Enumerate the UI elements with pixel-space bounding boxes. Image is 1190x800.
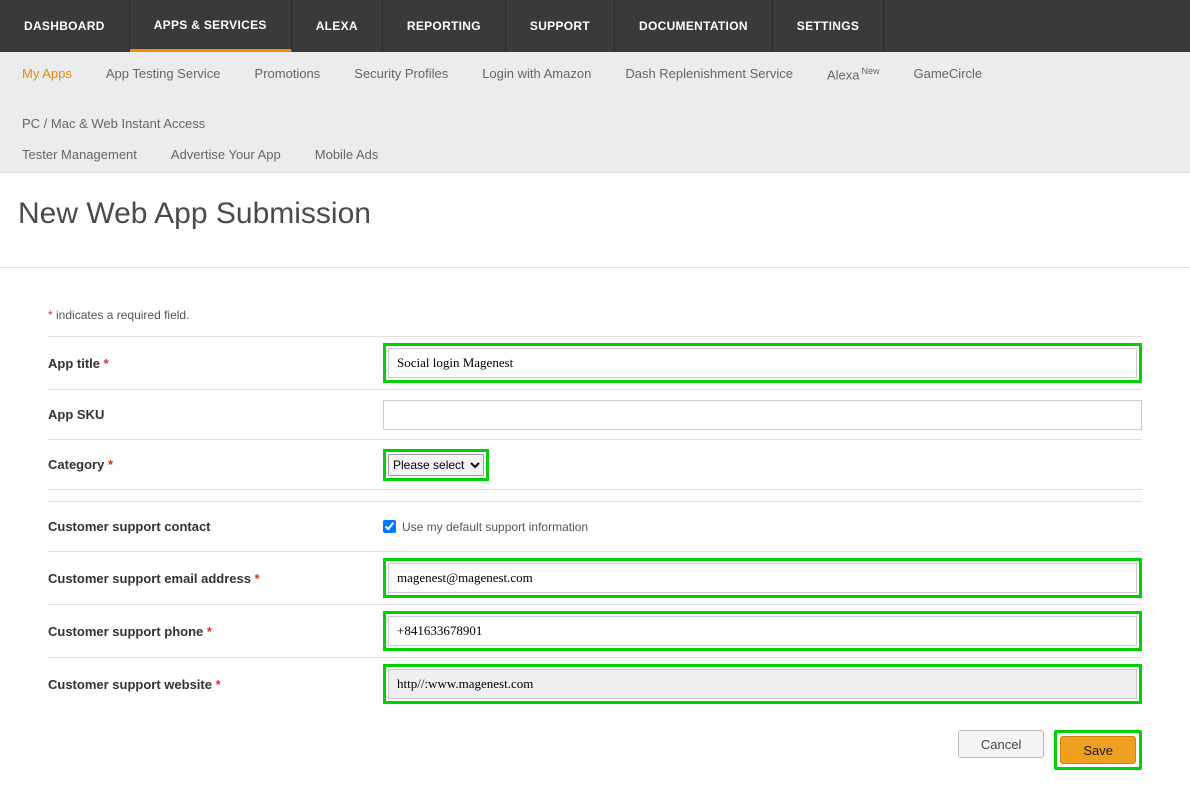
subnav-gamecircle[interactable]: GameCircle bbox=[914, 66, 983, 82]
subnav-security-profiles[interactable]: Security Profiles bbox=[354, 66, 448, 82]
nav-alexa[interactable]: ALEXA bbox=[292, 0, 383, 52]
nav-apps-services[interactable]: APPS & SERVICES bbox=[130, 0, 292, 52]
select-category[interactable]: Please select bbox=[388, 454, 484, 476]
subnav-alexa[interactable]: AlexaNew bbox=[827, 66, 880, 82]
label-support-phone: Customer support phone * bbox=[48, 624, 383, 639]
input-support-phone[interactable] bbox=[388, 616, 1137, 646]
nav-documentation[interactable]: DOCUMENTATION bbox=[615, 0, 773, 52]
input-app-title[interactable] bbox=[388, 348, 1137, 378]
button-row: Cancel Save bbox=[48, 710, 1142, 780]
label-app-title: App title * bbox=[48, 356, 383, 371]
page-title: New Web App Submission bbox=[0, 173, 1190, 268]
row-support-website: Customer support website * bbox=[48, 657, 1142, 710]
subnav-pc-mac-web[interactable]: PC / Mac & Web Instant Access bbox=[22, 116, 205, 131]
highlight-app-title bbox=[383, 343, 1142, 383]
input-support-website[interactable] bbox=[388, 669, 1137, 699]
row-category: Category * Please select bbox=[48, 439, 1142, 489]
label-category: Category * bbox=[48, 457, 383, 472]
nav-reporting[interactable]: REPORTING bbox=[383, 0, 506, 52]
form-container: * indicates a required field. App title … bbox=[0, 268, 1190, 800]
highlight-category: Please select bbox=[383, 449, 489, 481]
highlight-support-website bbox=[383, 664, 1142, 704]
label-support-contact: Customer support contact bbox=[48, 519, 383, 534]
subnav-dash-replenishment[interactable]: Dash Replenishment Service bbox=[625, 66, 793, 82]
label-support-website: Customer support website * bbox=[48, 677, 383, 692]
row-support-contact: Customer support contact Use my default … bbox=[48, 501, 1142, 551]
label-support-email: Customer support email address * bbox=[48, 571, 383, 586]
subnav-promotions[interactable]: Promotions bbox=[255, 66, 321, 82]
row-app-title: App title * bbox=[48, 336, 1142, 389]
subnav-app-testing[interactable]: App Testing Service bbox=[106, 66, 221, 82]
checkbox-default-support[interactable]: Use my default support information bbox=[383, 520, 1142, 534]
checkbox-default-support-input[interactable] bbox=[383, 520, 396, 533]
label-app-sku: App SKU bbox=[48, 407, 383, 422]
sub-nav: My Apps App Testing Service Promotions S… bbox=[0, 52, 1190, 173]
required-note: * indicates a required field. bbox=[48, 308, 1142, 336]
input-support-email[interactable] bbox=[388, 563, 1137, 593]
input-app-sku[interactable] bbox=[383, 400, 1142, 430]
row-app-sku: App SKU bbox=[48, 389, 1142, 439]
highlight-save: Save bbox=[1054, 730, 1142, 770]
subnav-tester-management[interactable]: Tester Management bbox=[22, 147, 137, 162]
subnav-mobile-ads[interactable]: Mobile Ads bbox=[315, 147, 379, 162]
highlight-support-phone bbox=[383, 611, 1142, 651]
top-nav: DASHBOARD APPS & SERVICES ALEXA REPORTIN… bbox=[0, 0, 1190, 52]
save-button[interactable]: Save bbox=[1060, 736, 1136, 764]
row-support-phone: Customer support phone * bbox=[48, 604, 1142, 657]
highlight-support-email bbox=[383, 558, 1142, 598]
nav-settings[interactable]: SETTINGS bbox=[773, 0, 884, 52]
nav-dashboard[interactable]: DASHBOARD bbox=[0, 0, 130, 52]
subnav-login-amazon[interactable]: Login with Amazon bbox=[482, 66, 591, 82]
subnav-advertise-app[interactable]: Advertise Your App bbox=[171, 147, 281, 162]
subnav-my-apps[interactable]: My Apps bbox=[22, 66, 72, 82]
row-support-email: Customer support email address * bbox=[48, 551, 1142, 604]
cancel-button[interactable]: Cancel bbox=[958, 730, 1044, 758]
nav-support[interactable]: SUPPORT bbox=[506, 0, 615, 52]
